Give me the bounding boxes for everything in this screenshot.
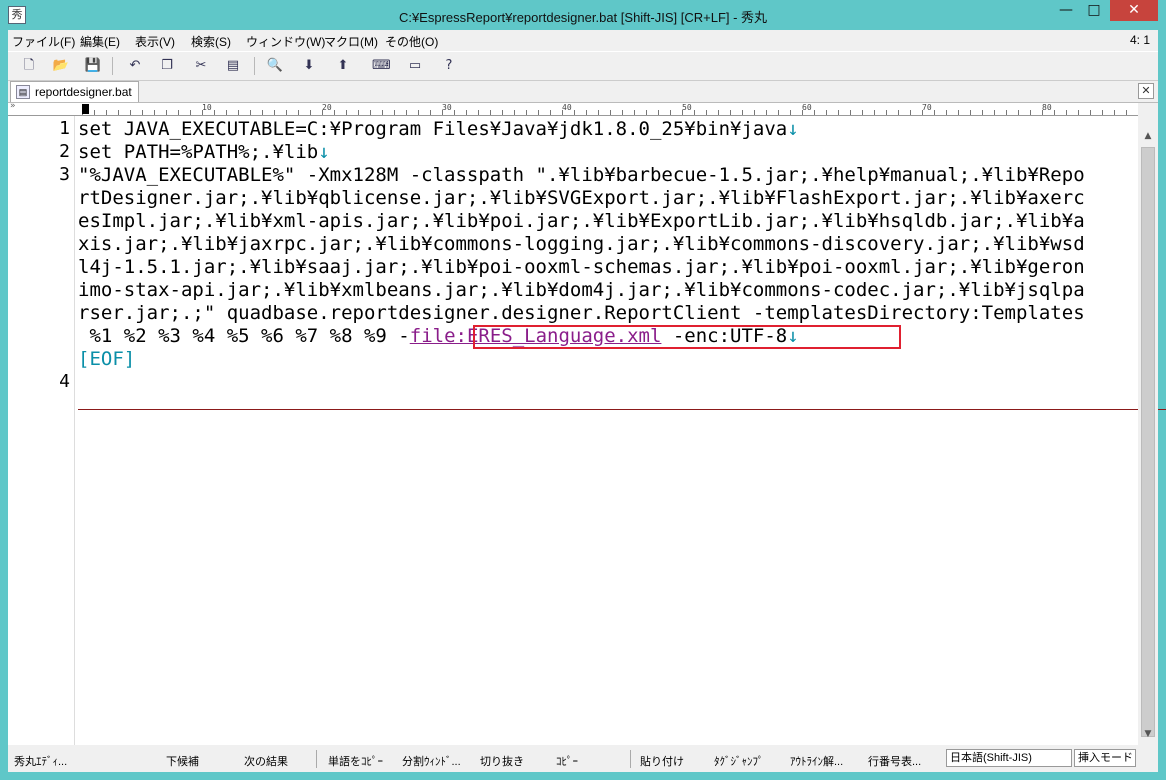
close-button[interactable]: ✕ bbox=[1110, 0, 1158, 21]
line-number: 1 bbox=[59, 118, 70, 139]
code-line: set JAVA_EXECUTABLE=C:¥Program Files¥Jav… bbox=[78, 118, 799, 141]
line-feed-mark: ↓ bbox=[318, 141, 330, 163]
find-up-icon[interactable]: ⬆ bbox=[334, 57, 352, 75]
title-bar[interactable]: 秀 C:¥EspressReport¥reportdesigner.bat [S… bbox=[0, 0, 1166, 30]
toolbar-separator bbox=[254, 57, 255, 75]
ruler-mark: 80 bbox=[1042, 103, 1052, 112]
toolbar-separator bbox=[112, 57, 113, 75]
ruler-mark: 40 bbox=[562, 103, 572, 112]
status-fn-cut[interactable]: 切り抜き bbox=[480, 753, 524, 769]
vertical-scrollbar[interactable]: ▲ ▼ bbox=[1138, 103, 1158, 745]
ruler-mark: 50 bbox=[682, 103, 692, 112]
code-text: - bbox=[398, 325, 410, 347]
scroll-thumb[interactable] bbox=[1141, 147, 1155, 737]
code-line-wrapped: esImpl.jar;.¥lib¥xml-apis.jar;.¥lib¥poi.… bbox=[78, 210, 1085, 232]
ruler-expand-icon[interactable]: » bbox=[10, 101, 16, 111]
find-icon[interactable]: 🔍 bbox=[266, 57, 284, 75]
menu-other[interactable]: その他(O) bbox=[385, 33, 438, 50]
menu-edit[interactable]: 編集(E) bbox=[80, 33, 120, 50]
line-feed-mark: ↓ bbox=[787, 118, 799, 140]
window-title: C:¥EspressReport¥reportdesigner.bat [Shi… bbox=[398, 10, 768, 25]
encoding-indicator[interactable]: 日本語(Shift-JIS) bbox=[946, 749, 1072, 767]
window-split-icon[interactable]: ▭ bbox=[406, 57, 424, 75]
end-of-text-line bbox=[78, 409, 1166, 410]
code-text: set JAVA_EXECUTABLE=C:¥Program Files¥Jav… bbox=[78, 118, 788, 140]
help-icon[interactable]: ? bbox=[440, 57, 458, 75]
gutter-divider bbox=[74, 116, 75, 745]
line-number: 4 bbox=[59, 371, 70, 392]
status-fn-hidemaru-editor[interactable]: 秀丸ｴﾃﾞｨ... bbox=[14, 753, 67, 769]
close-tab-icon[interactable]: ✕ bbox=[1138, 83, 1154, 99]
status-fn-next-candidate[interactable]: 下候補 bbox=[166, 753, 199, 769]
open-folder-icon[interactable]: 📂 bbox=[52, 57, 70, 75]
cursor-position: 4: 1 bbox=[1129, 33, 1150, 47]
menu-macro[interactable]: マクロ(M) bbox=[324, 33, 378, 50]
status-fn-line-numbers[interactable]: 行番号表... bbox=[868, 753, 921, 769]
status-fn-outline[interactable]: ｱｳﾄﾗｲﾝ解... bbox=[790, 753, 843, 769]
scroll-down-icon[interactable]: ▼ bbox=[1140, 729, 1156, 743]
toolbar: 🗋 📂 💾 ↶ ❐ ✂ ▤ 🔍 ⬇ ⬆ ⌨ ▭ ? bbox=[8, 51, 1158, 81]
insert-mode-indicator[interactable]: 挿入モード bbox=[1074, 749, 1136, 767]
tab-label: reportdesigner.bat bbox=[35, 85, 132, 99]
menu-window[interactable]: ウィンドウ(W) bbox=[246, 33, 325, 50]
keyboard-icon[interactable]: ⌨ bbox=[372, 57, 391, 75]
ruler-mark: 20 bbox=[322, 103, 332, 112]
menu-bar: ファイル(F) 編集(E) 表示(V) 検索(S) ウィンドウ(W) マクロ(M… bbox=[8, 30, 1158, 50]
code-line: "%JAVA_EXECUTABLE%" -Xmx128M -classpath … bbox=[78, 164, 1085, 186]
line-number: 3 bbox=[59, 164, 70, 185]
tab-reportdesigner[interactable]: ▤ reportdesigner.bat bbox=[10, 81, 139, 102]
text-editor[interactable]: » 10 20 30 40 50 60 70 80 1 2 3 4 set JA… bbox=[8, 101, 1166, 745]
menu-file[interactable]: ファイル(F) bbox=[12, 33, 75, 50]
annotation-highlight-box bbox=[473, 325, 901, 349]
code-text: %1 %2 %3 %4 %5 %6 %7 %8 %9 bbox=[78, 325, 399, 347]
undo-icon[interactable]: ↶ bbox=[126, 57, 144, 75]
code-line-wrapped: l4j-1.5.1.jar;.¥lib¥saaj.jar;.¥lib¥poi-o… bbox=[78, 256, 1085, 278]
minimize-button[interactable]: — bbox=[1052, 0, 1080, 21]
status-fn-paste[interactable]: 貼り付け bbox=[640, 753, 684, 769]
menu-view[interactable]: 表示(V) bbox=[135, 33, 175, 50]
save-icon[interactable]: 💾 bbox=[84, 57, 102, 75]
code-line-wrapped: imo-stax-api.jar;.¥lib¥xmlbeans.jar;.¥li… bbox=[78, 279, 1085, 301]
editor-window: 秀 C:¥EspressReport¥reportdesigner.bat [S… bbox=[0, 0, 1166, 780]
line-number: 2 bbox=[59, 141, 70, 162]
maximize-button[interactable]: □ bbox=[1080, 0, 1108, 21]
code-line-wrapped: xis.jar;.¥lib¥jaxrpc.jar;.¥lib¥commons-l… bbox=[78, 233, 1085, 255]
ruler-mark: 30 bbox=[442, 103, 452, 112]
menu-search[interactable]: 検索(S) bbox=[191, 33, 231, 50]
code-text: set PATH=%PATH%;.¥lib bbox=[78, 141, 319, 163]
code-line-wrapped: rser.jar;.;" quadbase.reportdesigner.des… bbox=[78, 302, 1085, 324]
tab-bar: ▤ reportdesigner.bat ✕ bbox=[8, 80, 1158, 103]
copy-icon[interactable]: ❐ bbox=[158, 57, 176, 75]
code-line-wrapped: rtDesigner.jar;.¥lib¥qblicense.jar;.¥lib… bbox=[78, 187, 1085, 209]
find-down-icon[interactable]: ⬇ bbox=[300, 57, 318, 75]
status-bar: 秀丸ｴﾃﾞｨ... 下候補 次の結果 単語をｺﾋﾟｰ 分割ｳｨﾝﾄﾞ... 切り… bbox=[8, 746, 1158, 772]
status-fn-tag-jump[interactable]: ﾀｸﾞｼﾞｬﾝﾌﾟ bbox=[714, 753, 764, 769]
status-fn-split-window[interactable]: 分割ｳｨﾝﾄﾞ... bbox=[402, 753, 461, 769]
scroll-up-icon[interactable]: ▲ bbox=[1140, 131, 1156, 145]
ruler-cursor-marker bbox=[82, 104, 89, 114]
eof-marker: [EOF] bbox=[78, 348, 136, 370]
paste-icon[interactable]: ▤ bbox=[224, 57, 242, 75]
status-fn-copy-word[interactable]: 単語をｺﾋﾟｰ bbox=[328, 753, 383, 769]
file-icon: ▤ bbox=[16, 85, 30, 99]
status-fn-next-result[interactable]: 次の結果 bbox=[244, 753, 288, 769]
status-fn-copy[interactable]: ｺﾋﾟｰ bbox=[556, 753, 578, 769]
client-area: ファイル(F) 編集(E) 表示(V) 検索(S) ウィンドウ(W) マクロ(M… bbox=[8, 30, 1166, 772]
column-ruler: » 10 20 30 40 50 60 70 80 bbox=[8, 101, 1138, 116]
status-separator bbox=[316, 750, 317, 768]
cut-icon[interactable]: ✂ bbox=[192, 57, 210, 75]
ruler-ticks bbox=[82, 103, 1134, 115]
new-file-icon[interactable]: 🗋 bbox=[20, 57, 38, 75]
status-separator bbox=[630, 750, 631, 768]
ruler-mark: 60 bbox=[802, 103, 812, 112]
ruler-mark: 10 bbox=[202, 103, 212, 112]
code-line: set PATH=%PATH%;.¥lib↓ bbox=[78, 141, 330, 164]
ruler-mark: 70 bbox=[922, 103, 932, 112]
